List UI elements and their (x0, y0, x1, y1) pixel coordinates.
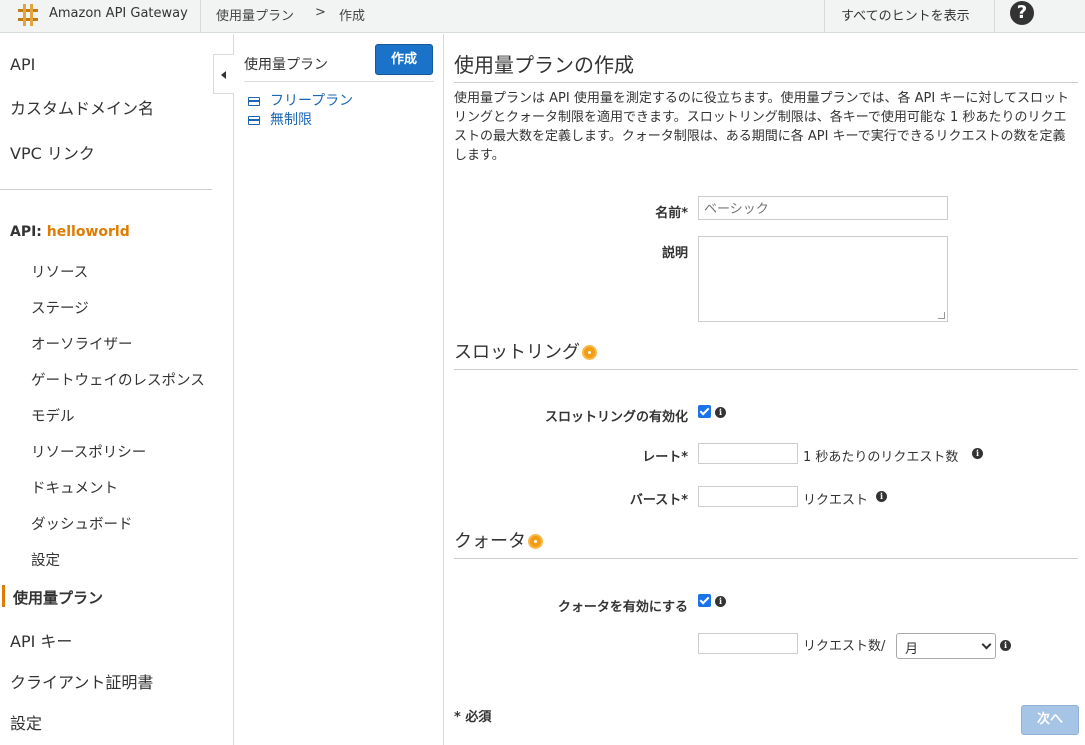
chevron-left-icon (221, 71, 226, 79)
enable-throttling-label: スロットリングの有効化 (544, 410, 688, 425)
api-title[interactable]: API: helloworld (10, 224, 130, 240)
api-name[interactable]: helloworld (47, 224, 130, 240)
divider (824, 0, 825, 33)
nav-item-gateway-responses[interactable]: ゲートウェイのレスポンス (31, 369, 205, 390)
nav-item-vpc-link[interactable]: VPC リンク (10, 140, 95, 164)
usage-plans-panel: 使用量プラン 作成 フリープラン 無制限 (234, 34, 444, 745)
divider (994, 0, 995, 33)
help-icon[interactable]: ? (1010, 1, 1034, 25)
throttling-section-title: スロットリング (454, 338, 597, 364)
rate-unit: 1 秒あたりのリクエスト数 (803, 450, 959, 465)
quota-period-select[interactable]: 月 (896, 633, 996, 659)
selected-period: 月 (905, 642, 919, 657)
hint-icon[interactable] (528, 534, 543, 549)
nav-item-client-certificates[interactable]: クライアント証明書 (10, 669, 153, 693)
info-icon[interactable]: i (1000, 640, 1011, 651)
breadcrumb-separator: > (315, 5, 326, 20)
plan-item-free[interactable]: フリープラン (248, 90, 353, 110)
rate-input[interactable] (698, 443, 798, 464)
nav-divider (0, 189, 212, 190)
nav-item-resources[interactable]: リソース (31, 261, 88, 282)
hint-icon[interactable] (582, 345, 597, 360)
quota-section-title: クォータ (454, 527, 543, 553)
required-note: * 必須 (454, 710, 492, 725)
enable-quota-checkbox[interactable] (698, 594, 711, 607)
api-prefix: API: (10, 224, 42, 240)
plan-name[interactable]: フリープラン (270, 93, 353, 109)
main-content: 使用量プランの作成 使用量プランは API 使用量を測定するのに役立ちます。使用… (444, 34, 1085, 745)
quota-input[interactable] (698, 633, 798, 654)
next-button[interactable]: 次へ (1021, 705, 1079, 735)
throttling-title: スロットリング (454, 342, 580, 363)
info-icon[interactable]: i (972, 448, 983, 459)
usage-plan-icon (248, 97, 260, 106)
nav-item-usage-plans[interactable]: 使用量プラン (13, 587, 103, 608)
top-bar: Amazon API Gateway 使用量プラン > 作成 すべてのヒントを表… (0, 0, 1085, 33)
rate-label: レート* (642, 450, 688, 465)
panel-title: 使用量プラン (244, 57, 328, 73)
quota-unit: リクエスト数/ (803, 639, 886, 654)
nav-item-api-keys[interactable]: API キー (10, 628, 72, 652)
api-gateway-logo-icon[interactable] (16, 3, 40, 27)
enable-quota-label: クォータを有効にする (557, 600, 688, 615)
section-divider (454, 369, 1078, 370)
section-divider (454, 558, 1078, 559)
show-all-hints-link[interactable]: すべてのヒントを表示 (841, 5, 970, 24)
nav-item-dashboard[interactable]: ダッシュボード (31, 513, 133, 534)
enable-throttling-checkbox[interactable] (698, 405, 711, 418)
name-input[interactable] (698, 196, 948, 220)
breadcrumb-create: 作成 (339, 9, 366, 24)
nav-item-stages[interactable]: ステージ (31, 297, 89, 318)
burst-unit: リクエスト (803, 493, 869, 508)
burst-label: バースト* (629, 493, 688, 508)
nav-item-api-settings[interactable]: 設定 (31, 549, 60, 570)
usage-plan-icon (248, 116, 260, 125)
info-icon[interactable]: i (715, 407, 726, 418)
create-button[interactable]: 作成 (375, 44, 433, 75)
nav-item-documentation[interactable]: ドキュメント (31, 477, 118, 498)
nav-item-custom-domain[interactable]: カスタムドメイン名 (10, 95, 154, 119)
page-title: 使用量プランの作成 (454, 53, 634, 77)
description-label: 説明 (661, 246, 688, 261)
chevron-down-icon (981, 639, 992, 650)
info-icon[interactable]: i (715, 596, 726, 607)
quota-title: クォータ (454, 531, 526, 552)
active-indicator (2, 585, 5, 607)
info-icon[interactable]: i (876, 491, 887, 502)
left-navigation: API カスタムドメイン名 VPC リンク API: helloworld リソ… (0, 34, 234, 745)
name-label: 名前* (655, 206, 688, 221)
nav-item-resource-policy[interactable]: リソースポリシー (31, 441, 146, 462)
page-description: 使用量プランは API 使用量を測定するのに役立ちます。使用量プランでは、各 A… (454, 91, 1069, 163)
collapse-sidebar-button[interactable] (213, 54, 234, 94)
resize-handle-icon[interactable] (938, 312, 945, 319)
nav-item-api[interactable]: API (10, 55, 35, 74)
plan-item-unlimited[interactable]: 無制限 (248, 109, 312, 129)
burst-input[interactable] (698, 486, 798, 507)
panel-divider (244, 81, 434, 82)
title-divider (454, 82, 1078, 83)
plan-name[interactable]: 無制限 (270, 112, 312, 128)
app-name[interactable]: Amazon API Gateway (49, 6, 188, 21)
nav-item-authorizers[interactable]: オーソライザー (31, 333, 133, 354)
nav-item-models[interactable]: モデル (31, 405, 75, 426)
divider (200, 0, 201, 33)
nav-item-settings[interactable]: 設定 (10, 710, 42, 734)
description-textarea[interactable] (698, 236, 948, 322)
breadcrumb-usage-plans[interactable]: 使用量プラン (216, 5, 294, 24)
